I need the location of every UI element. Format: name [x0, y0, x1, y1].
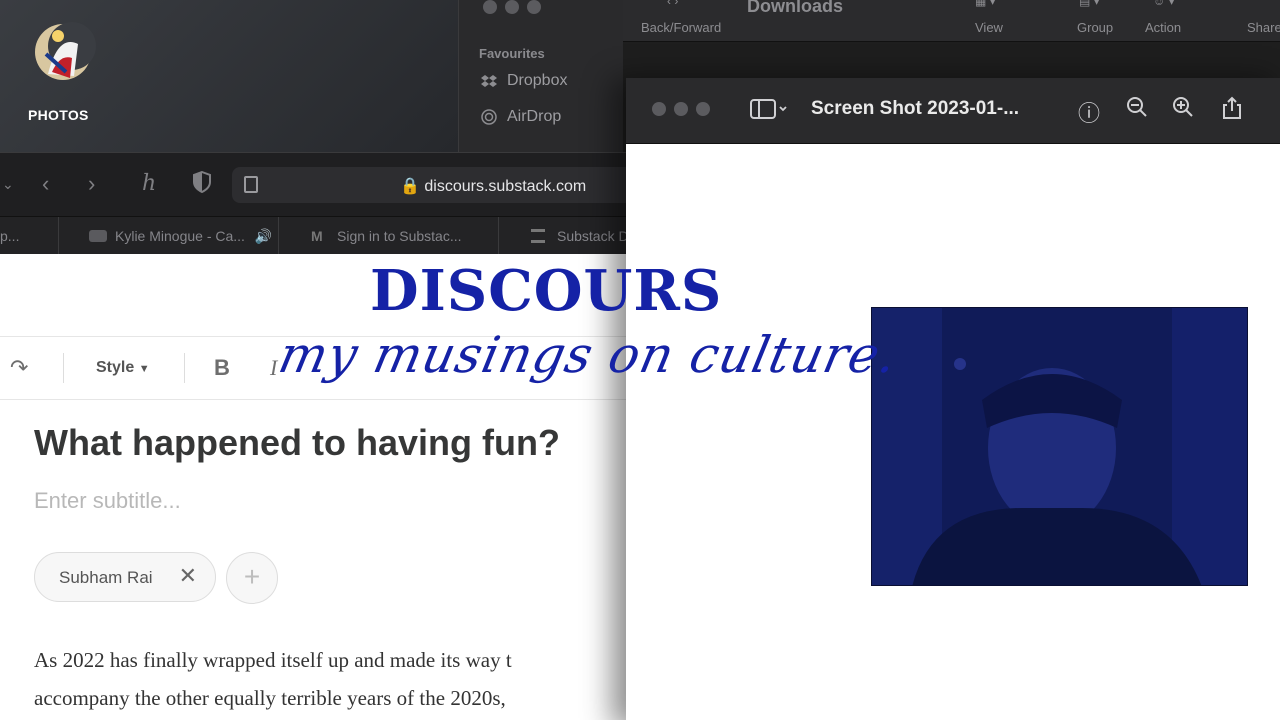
style-label: Style — [96, 359, 135, 376]
preview-toolbar: Screen Shot 2023-01-... ⓘ — [626, 78, 1280, 144]
youtube-icon — [89, 230, 107, 242]
sidebar-item-airdrop[interactable]: AirDrop — [481, 108, 561, 126]
author-name: Subham Rai — [59, 568, 153, 587]
share-icon[interactable] — [1222, 96, 1242, 126]
browser-toolbar: ⌄ ‹ › h 🔒 discours.substack.com — [0, 152, 652, 216]
forward-icon[interactable]: › — [88, 171, 95, 197]
close-button[interactable] — [483, 0, 497, 14]
finder-sidebar: Favourites Dropbox AirDrop — [458, 0, 623, 152]
back-forward-icon[interactable]: ‹ › — [667, 0, 678, 8]
close-icon[interactable]: ✕ — [179, 563, 197, 589]
speaker-icon[interactable]: 🔊 — [255, 228, 272, 244]
tab-substack-dashboard[interactable]: Substack D — [498, 217, 628, 255]
honey-extension-icon[interactable]: h — [142, 171, 156, 197]
tab-substack-sign-in[interactable]: M Sign in to Substac... — [278, 217, 498, 255]
redo-icon[interactable]: ↷ — [10, 355, 28, 381]
tab-label: Kylie Minogue - Ca... — [115, 228, 245, 244]
action-label: Action — [1145, 20, 1182, 35]
zoom-out-icon[interactable] — [1126, 96, 1148, 124]
toolbar-divider — [63, 353, 64, 383]
brand-tagline: my musings on culture. — [273, 326, 903, 384]
finder-window-title: Downloads — [747, 0, 844, 16]
style-dropdown[interactable]: Style ▼ — [96, 359, 150, 377]
desktop: PHOTOS Favourites Dropbox AirDrop ‹ › Do… — [0, 0, 1280, 720]
photos-app-panel: PHOTOS — [0, 0, 458, 152]
subtitle-input[interactable]: Enter subtitle... — [34, 488, 181, 514]
minimize-button[interactable] — [505, 0, 519, 14]
view-icon[interactable]: ▦ ▾ — [975, 0, 996, 8]
brand-title: DISCOURS — [370, 258, 723, 324]
url-text: 🔒 discours.substack.com — [400, 178, 587, 195]
sidebar-item-label: AirDrop — [507, 108, 562, 125]
sidebar-item-label: Dropbox — [507, 72, 568, 89]
airdrop-icon — [481, 109, 497, 125]
tab-label: p... — [0, 228, 20, 244]
zoom-button[interactable] — [696, 102, 710, 116]
browser-tabs: p... Kylie Minogue - Ca... 🔊 M Sign in t… — [0, 216, 628, 255]
group-icon[interactable]: ▤ ▾ — [1079, 0, 1100, 8]
author-chip[interactable]: Subham Rai ✕ — [34, 552, 216, 602]
chevron-down-icon: ▼ — [138, 363, 150, 375]
close-button[interactable] — [652, 102, 666, 116]
body-line-1[interactable]: As 2022 has finally wrapped itself up an… — [34, 648, 512, 673]
share-label: Share — [1247, 20, 1280, 35]
body-line-2[interactable]: accompany the other equally terrible yea… — [34, 686, 506, 711]
url-value: discours.substack.com — [424, 178, 587, 195]
back-icon[interactable]: ‹ — [42, 171, 49, 197]
zoom-in-icon[interactable] — [1172, 96, 1194, 124]
substack-icon — [531, 229, 545, 243]
photos-logo-icon[interactable] — [28, 14, 98, 94]
group-label: Group — [1077, 20, 1114, 35]
view-label: View — [975, 20, 1003, 35]
photos-label: PHOTOS — [28, 107, 89, 123]
bold-icon[interactable]: B — [214, 355, 230, 381]
shield-icon[interactable] — [192, 170, 212, 199]
minimize-button[interactable] — [674, 102, 688, 116]
finder-toolbar: ‹ › Downloads ▦ ▾ ▤ ▾ ☺ ▾ Back/Forward V… — [623, 0, 1280, 42]
sidebar-item-dropbox[interactable]: Dropbox — [481, 72, 567, 90]
info-icon[interactable]: ⓘ — [1078, 96, 1100, 128]
preview-title: Screen Shot 2023-01-... — [811, 98, 1020, 119]
back-forward-label: Back/Forward — [641, 20, 722, 35]
tab-label: Sign in to Substac... — [337, 228, 462, 244]
add-author-button[interactable]: + — [226, 552, 278, 604]
window-controls — [652, 102, 710, 116]
toolbar-divider — [184, 353, 185, 383]
tab-kylie-minogue[interactable]: Kylie Minogue - Ca... 🔊 — [58, 217, 278, 255]
reader-icon[interactable] — [244, 176, 258, 193]
tab-1[interactable]: p... — [0, 217, 58, 255]
post-title[interactable]: What happened to having fun? — [34, 422, 560, 464]
dropbox-icon — [481, 73, 497, 89]
favourites-heading: Favourites — [479, 46, 545, 61]
gmail-icon: M — [311, 228, 323, 244]
action-icon[interactable]: ☺ ▾ — [1153, 0, 1175, 8]
zoom-button[interactable] — [527, 0, 541, 14]
address-bar[interactable]: 🔒 discours.substack.com — [232, 167, 652, 203]
sidebar-toggle-icon[interactable] — [750, 98, 788, 126]
portrait-photo — [871, 307, 1248, 586]
window-controls — [483, 0, 541, 14]
preview-window: Screen Shot 2023-01-... ⓘ — [626, 78, 1280, 720]
tab-label: Substack D — [557, 228, 628, 244]
chevron-down-icon[interactable]: ⌄ — [2, 171, 14, 197]
